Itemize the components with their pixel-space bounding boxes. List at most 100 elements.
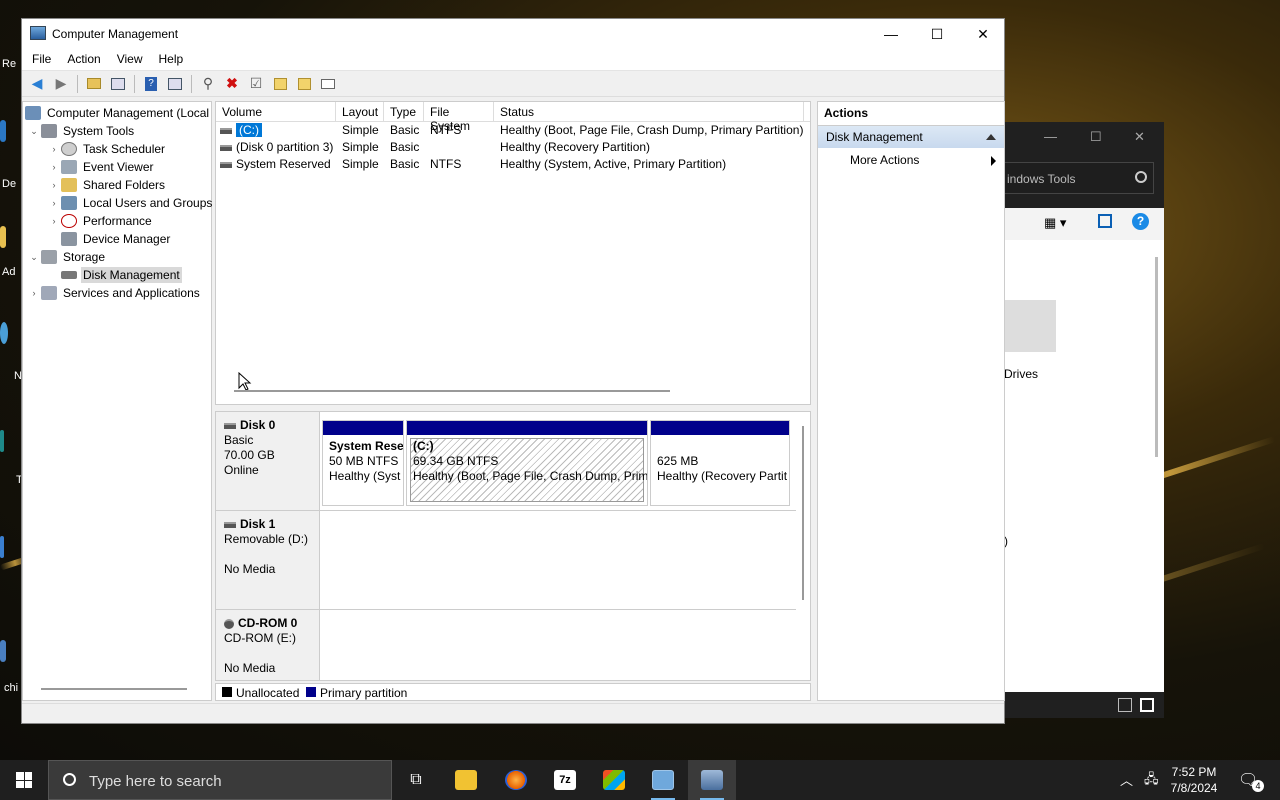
desktop-icon-label[interactable]: Ad (2, 266, 15, 278)
chevron-right-icon[interactable]: › (47, 144, 61, 154)
clock[interactable]: 7:52 PM 7/8/2024 (1164, 764, 1224, 796)
cdrom-0-label[interactable]: CD-ROM 0 CD-ROM (E:) No Media (216, 610, 320, 680)
menu-file[interactable]: File (24, 49, 59, 70)
firefox-button[interactable] (492, 760, 540, 800)
chevron-down-icon[interactable]: ⌄ (27, 252, 41, 263)
tree-item-storage[interactable]: ⌄ Storage (27, 248, 107, 266)
start-button[interactable] (0, 760, 48, 800)
computer-management-taskbar-button[interactable] (688, 760, 736, 800)
windows-flag-icon (603, 770, 625, 790)
help-icon[interactable]: ? (1132, 213, 1149, 230)
column-header-volume[interactable]: Volume (216, 102, 336, 122)
desktop-icon[interactable] (0, 120, 20, 142)
desktop-icon[interactable] (0, 430, 20, 452)
tree-item-performance[interactable]: › Performance (47, 212, 154, 230)
tree-item-device-manager[interactable]: Device Manager (61, 230, 172, 248)
column-header-status[interactable]: Status (494, 102, 804, 122)
close-button[interactable]: ✕ (960, 19, 1006, 49)
titlebar[interactable]: Computer Management — ☐ ✕ (22, 19, 1004, 49)
new-folder-icon[interactable] (269, 73, 291, 95)
volume-list-horizontal-scrollbar[interactable] (234, 390, 670, 392)
desktop-icon-label[interactable]: De (2, 178, 16, 190)
tree-item-shared-folders[interactable]: › Shared Folders (47, 176, 167, 194)
partition-recovery[interactable]: 625 MB Healthy (Recovery Partit (650, 420, 790, 506)
column-header-file-system[interactable]: File System (424, 102, 494, 133)
chevron-right-icon[interactable]: › (47, 216, 61, 226)
menu-action[interactable]: Action (59, 49, 108, 70)
connect-icon[interactable]: ⚲ (197, 73, 219, 95)
disk-0-label[interactable]: Disk 0 Basic 70.00 GB Online (216, 412, 320, 510)
help-book-icon[interactable]: ? (140, 73, 162, 95)
chevron-right-icon[interactable]: › (47, 162, 61, 172)
task-view-button[interactable]: ⧉ (392, 760, 440, 800)
menu-help[interactable]: Help (151, 49, 192, 70)
desktop-icon-label[interactable]: chi (4, 682, 18, 694)
tiles-view-icon[interactable] (1140, 698, 1154, 712)
forward-arrow-icon[interactable]: ▶ (50, 73, 72, 95)
background-explorer-window[interactable]: — ☐ ✕ indows Tools ▦ ▾ ? Drives ) (1004, 122, 1164, 718)
back-arrow-icon[interactable]: ◀ (26, 73, 48, 95)
table-row[interactable]: (C:) Simple Basic NTFS Healthy (Boot, Pa… (216, 122, 810, 139)
desktop-icon[interactable] (0, 322, 20, 344)
chevron-up-icon[interactable]: ︿ (1120, 770, 1133, 789)
drive-tile[interactable] (1004, 300, 1056, 352)
show-hide-action-pane-icon[interactable] (164, 73, 186, 95)
mouse-cursor-icon (238, 372, 252, 391)
windows-app-button[interactable] (590, 760, 638, 800)
tree-item-disk-management[interactable]: Disk Management (61, 266, 182, 284)
up-folder-icon[interactable] (83, 73, 105, 95)
layout-icon[interactable]: ▦ ▾ (1044, 215, 1066, 231)
partition-system-reserved[interactable]: System Rese 50 MB NTFS Healthy (Syst (322, 420, 404, 506)
minimize-icon[interactable]: — (1044, 129, 1057, 144)
partition-c-drive[interactable]: (C:) 69.34 GB NTFS Healthy (Boot, Page F… (406, 420, 648, 506)
disk-view-vertical-scrollbar[interactable] (802, 426, 804, 600)
actions-section-disk-management[interactable]: Disk Management (818, 126, 1004, 148)
chevron-right-icon[interactable]: › (27, 288, 41, 298)
tree-item-services[interactable]: › Services and Applications (27, 284, 202, 302)
chevron-right-icon[interactable]: › (47, 198, 61, 208)
details-view-icon[interactable] (1118, 698, 1132, 712)
collapse-arrow-icon[interactable] (986, 134, 996, 140)
7zip-button[interactable]: 7z (541, 760, 589, 800)
desktop-icon[interactable] (0, 226, 20, 248)
control-panel-button[interactable] (639, 760, 687, 800)
chevron-down-icon[interactable]: ⌄ (27, 126, 41, 137)
desktop-icon[interactable] (0, 640, 20, 662)
properties-icon[interactable] (317, 73, 339, 95)
computer-management-window[interactable]: Computer Management — ☐ ✕ File Action Vi… (21, 18, 1005, 724)
tree-item-system-tools[interactable]: ⌄ System Tools (27, 122, 136, 140)
network-icon[interactable]: 🖧 (1144, 770, 1159, 792)
toolbar-separator (191, 74, 192, 93)
preview-pane-icon[interactable] (1098, 214, 1112, 228)
tree-item-root[interactable]: Computer Management (Local (25, 104, 211, 122)
desktop-icon-label[interactable]: Re (2, 58, 16, 70)
scrollbar[interactable] (1155, 257, 1158, 457)
tree-item-local-users[interactable]: › Local Users and Groups (47, 194, 214, 212)
chevron-right-icon[interactable]: › (47, 180, 61, 190)
column-header-layout[interactable]: Layout (336, 102, 384, 122)
maximize-icon[interactable]: ☐ (1090, 129, 1102, 145)
partition-status: Healthy (Syst (329, 469, 401, 483)
table-row[interactable]: (Disk 0 partition 3) Simple Basic Health… (216, 139, 810, 156)
show-hide-tree-icon[interactable] (107, 73, 129, 95)
more-actions-item[interactable]: More Actions (818, 148, 1004, 172)
tree-horizontal-scrollbar[interactable] (41, 688, 187, 690)
background-window-titlebar[interactable]: — ☐ ✕ (1004, 122, 1164, 152)
file-explorer-button[interactable] (442, 760, 490, 800)
tree-item-event-viewer[interactable]: › Event Viewer (47, 158, 155, 176)
column-header-type[interactable]: Type (384, 102, 424, 122)
minimize-button[interactable]: — (868, 19, 914, 49)
disk-type: CD-ROM (E:) (224, 631, 296, 645)
desktop-icon[interactable] (0, 536, 20, 558)
taskbar-search[interactable]: Type here to search (48, 760, 392, 800)
disk-1-label[interactable]: Disk 1 Removable (D:) No Media (216, 511, 320, 609)
menu-view[interactable]: View (109, 49, 151, 70)
close-icon[interactable]: ✕ (1134, 129, 1145, 145)
search-box[interactable]: indows Tools (1004, 162, 1154, 194)
check-icon[interactable]: ☑ (245, 73, 267, 95)
table-row[interactable]: System Reserved Simple Basic NTFS Health… (216, 156, 810, 173)
maximize-button[interactable]: ☐ (914, 19, 960, 49)
search-folder-icon[interactable] (293, 73, 315, 95)
tree-item-task-scheduler[interactable]: › Task Scheduler (47, 140, 167, 158)
delete-icon[interactable]: ✖ (221, 73, 243, 95)
